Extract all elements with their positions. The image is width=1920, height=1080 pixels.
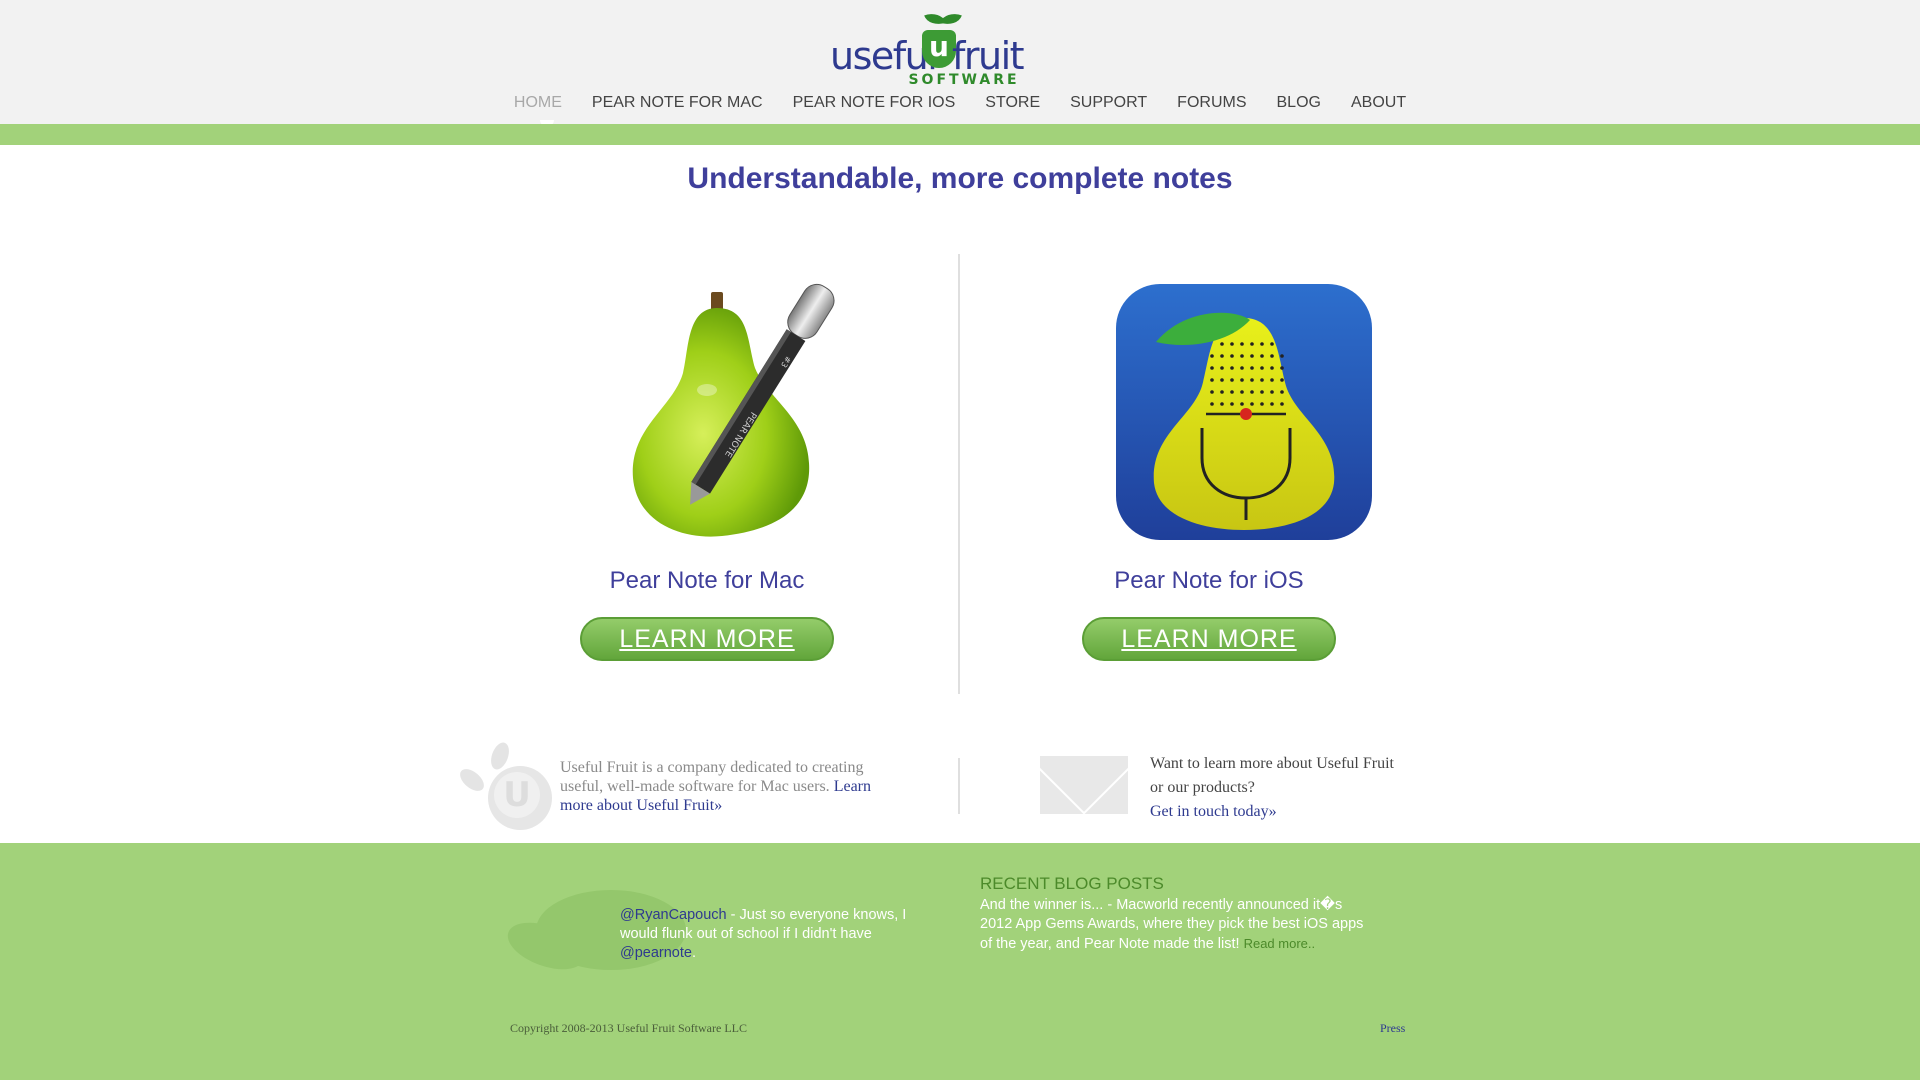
- about-description: Useful Fruit is a company dedicated to c…: [560, 759, 864, 795]
- useful-fruit-logo[interactable]: useful u fruit SOFTWARE: [826, 8, 1040, 88]
- tweet-mention-link[interactable]: @pearnote: [620, 945, 692, 961]
- nav-pear-note-for-mac[interactable]: PEAR NOTE FOR MAC: [592, 94, 763, 112]
- latest-tweet: @RyanCapouch - Just so everyone knows, I…: [620, 906, 910, 963]
- read-more-link[interactable]: Read more..: [1244, 936, 1316, 951]
- blog-post-excerpt: And the winner is... - Macworld recently…: [980, 896, 1370, 954]
- logo-leaf-icon: [940, 9, 962, 29]
- about-section: U Useful Fruit is a company dedicated to…: [456, 734, 880, 830]
- product-ios-name[interactable]: Pear Note for iOS: [1009, 567, 1409, 595]
- logo-u-mark: u: [922, 30, 956, 68]
- pear-note-mac-icon[interactable]: PEAR NOTE #3: [507, 278, 907, 543]
- nav-home[interactable]: HOME: [514, 94, 562, 112]
- product-mac-name[interactable]: Pear Note for Mac: [507, 567, 907, 595]
- contact-text: Want to learn more about Useful Fruit or…: [1150, 752, 1410, 824]
- get-in-touch-link[interactable]: Get in touch today»: [1150, 803, 1277, 820]
- useful-fruit-watermark-icon: U: [456, 740, 552, 834]
- contact-section: Want to learn more about Useful Fruit or…: [1040, 752, 1440, 832]
- site-footer: [0, 843, 1920, 1080]
- nav-blog[interactable]: BLOG: [1277, 94, 1321, 112]
- main-nav: HOME PEAR NOTE FOR MAC PEAR NOTE FOR IOS…: [0, 94, 1920, 112]
- nav-pear-note-for-ios[interactable]: PEAR NOTE FOR IOS: [793, 94, 956, 112]
- nav-support[interactable]: SUPPORT: [1070, 94, 1147, 112]
- recent-blog-posts: RECENT BLOG POSTS And the winner is... -…: [980, 874, 1380, 954]
- contact-description: Want to learn more about Useful Fruit or…: [1150, 755, 1394, 796]
- nav-store[interactable]: STORE: [985, 94, 1040, 112]
- blog-heading: RECENT BLOG POSTS: [980, 874, 1164, 893]
- tweet-handle-link[interactable]: @RyanCapouch: [620, 907, 727, 923]
- press-link[interactable]: Press: [1380, 1021, 1405, 1036]
- header-green-band: [0, 124, 1920, 145]
- pear-note-ios-icon[interactable]: [1009, 278, 1409, 543]
- info-divider: [958, 758, 960, 814]
- about-text: Useful Fruit is a company dedicated to c…: [560, 758, 890, 815]
- nav-forums[interactable]: FORUMS: [1177, 94, 1246, 112]
- learn-more-ios-button[interactable]: LEARN MORE: [1082, 617, 1336, 661]
- tweet-end: .: [691, 945, 696, 961]
- page-title: Understandable, more complete notes: [687, 162, 1233, 195]
- logo-subtitle: SOFTWARE: [908, 72, 1020, 88]
- watermark-letter: U: [494, 772, 540, 818]
- envelope-icon[interactable]: [1040, 756, 1128, 814]
- product-ios: Pear Note for iOS LEARN MORE: [1009, 278, 1409, 661]
- copyright-text: Copyright 2008-2013 Useful Fruit Softwar…: [510, 1021, 747, 1035]
- product-divider: [958, 254, 960, 694]
- site-header: useful u fruit SOFTWARE HOME PEAR NOTE F…: [0, 0, 1920, 124]
- product-mac: PEAR NOTE #3 Pear Note for Mac LEARN MOR…: [507, 278, 907, 661]
- nav-about[interactable]: ABOUT: [1351, 94, 1406, 112]
- learn-more-mac-button[interactable]: LEARN MORE: [580, 617, 834, 661]
